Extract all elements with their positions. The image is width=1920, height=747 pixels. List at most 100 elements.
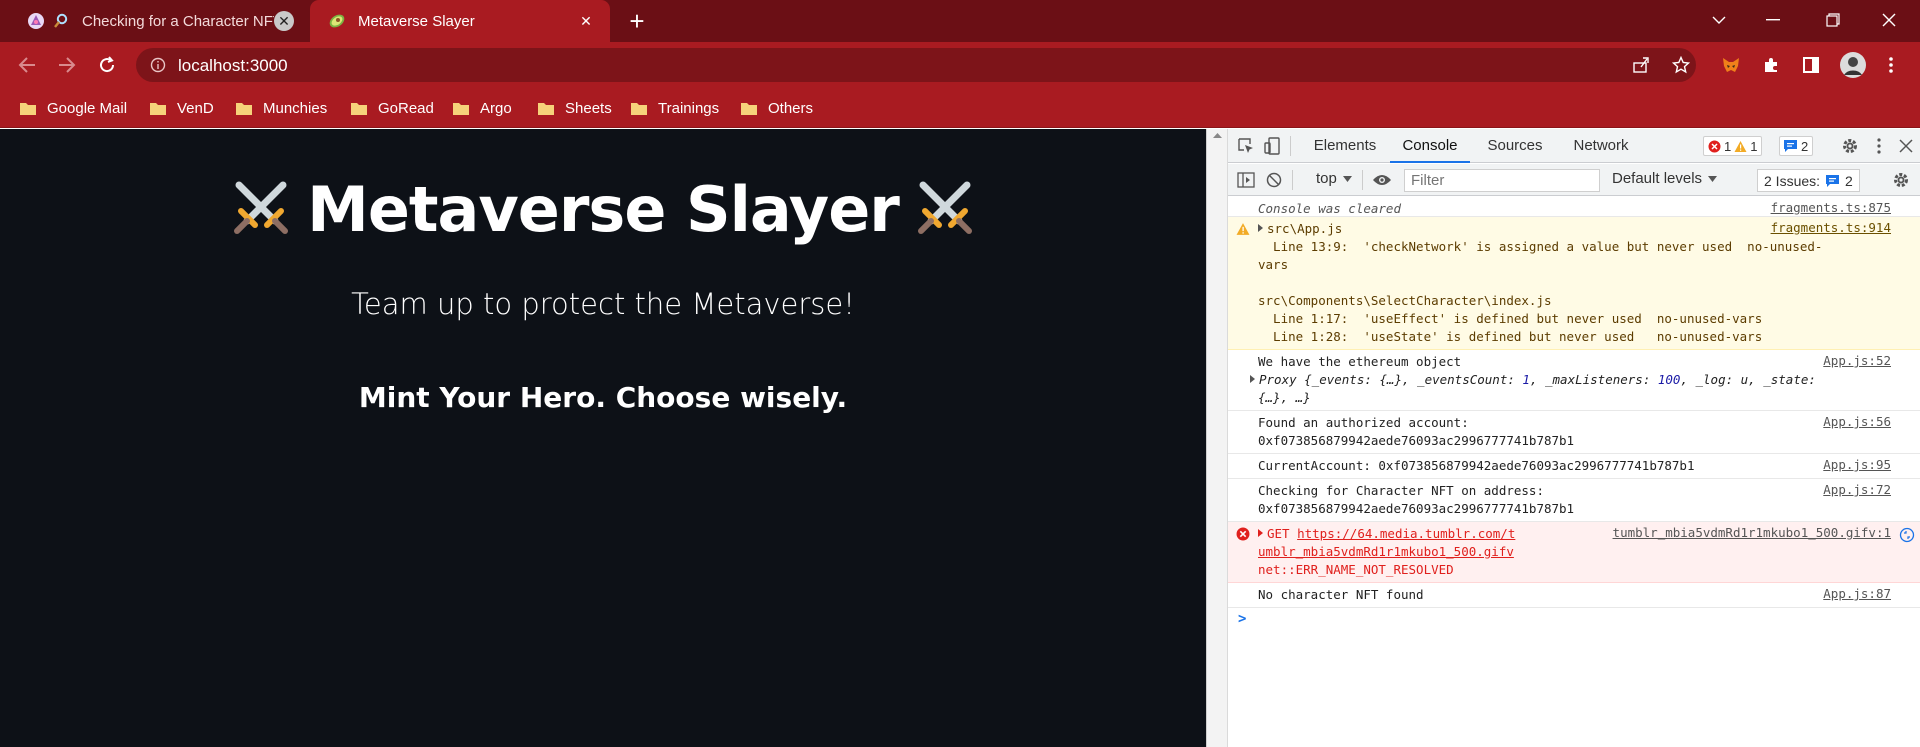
proxy-object-row[interactable]: Proxy {_events: {…}, _eventsCount: 1, _m…	[1250, 371, 1891, 389]
issues-label: 2 Issues:	[1764, 172, 1821, 189]
console-message-checking: Checking for Character NFT on address: 0…	[1228, 479, 1920, 522]
context-select[interactable]: top	[1316, 170, 1352, 187]
warning-icon	[1734, 140, 1747, 152]
warning-icon	[1236, 223, 1250, 235]
source-link[interactable]: App.js:95	[1823, 457, 1891, 472]
warning-file: src\App.js	[1267, 221, 1343, 236]
console-settings-gear-icon[interactable]	[1891, 170, 1911, 190]
reload-icon[interactable]	[92, 50, 122, 80]
devtools-scroll-strip[interactable]	[1207, 129, 1228, 747]
menu-kebab-icon[interactable]	[1880, 54, 1902, 76]
prompt-caret: >	[1238, 611, 1247, 627]
forward-icon[interactable]	[52, 50, 82, 80]
expand-triangle-icon[interactable]	[1250, 375, 1255, 383]
message-text: CurrentAccount: 0xf073856879942aede76093…	[1258, 458, 1695, 473]
folder-icon	[150, 101, 166, 115]
console-prompt[interactable]: >	[1228, 608, 1920, 627]
console-message-current-account: CurrentAccount: 0xf073856879942aede76093…	[1228, 454, 1920, 479]
extensions-icon[interactable]	[1760, 54, 1782, 76]
inspect-element-icon[interactable]	[1236, 136, 1256, 156]
log-levels-select[interactable]: Default levels	[1612, 170, 1718, 187]
show-sidebar-icon[interactable]	[1236, 170, 1256, 190]
bookmark-label: Argo	[480, 99, 512, 117]
max-listeners: 100	[1657, 372, 1681, 387]
more-options-icon[interactable]	[1869, 136, 1889, 156]
close-icon[interactable]: ✕	[274, 11, 294, 31]
source-link[interactable]: App.js:72	[1823, 482, 1891, 497]
source-link[interactable]: tumblr_mbia5vdmRd1r1mkubo1_500.gifv:1	[1613, 525, 1891, 540]
source-link[interactable]: fragments.ts:875	[1771, 200, 1891, 215]
source-link[interactable]: fragments.ts:914	[1771, 220, 1891, 235]
star-icon[interactable]	[1670, 54, 1692, 76]
restore-icon[interactable]	[1810, 0, 1856, 40]
address-bar[interactable]: localhost:3000	[136, 48, 1696, 82]
bookmark-label: VenD	[177, 99, 214, 117]
minimize-icon[interactable]	[1750, 0, 1796, 40]
console-message-cleared: Console was cleared fragments.ts:875	[1228, 197, 1920, 217]
side-panel-icon[interactable]	[1800, 54, 1822, 76]
console-output[interactable]: Console was cleared fragments.ts:875 src…	[1228, 197, 1920, 747]
clear-console-icon[interactable]	[1264, 170, 1284, 190]
tab-title: Metaverse Slayer	[358, 12, 475, 30]
proxy-text: , _maxListeners:	[1529, 372, 1658, 387]
tab-network[interactable]: Network	[1558, 129, 1644, 163]
error-icon	[1236, 527, 1250, 541]
close-devtools-icon[interactable]	[1896, 136, 1916, 156]
console-message-no-nft: No character NFT found App.js:87	[1228, 583, 1920, 608]
close-icon[interactable]: ✕	[576, 11, 596, 31]
expand-triangle-icon[interactable]	[1258, 224, 1263, 232]
unicorn-icon[interactable]	[26, 11, 46, 31]
back-icon[interactable]	[12, 50, 42, 80]
browser-tab-inactive[interactable]: Checking for a Character NFT ✕	[52, 0, 308, 42]
tab-title: Checking for a Character NFT	[82, 12, 274, 30]
source-link[interactable]: App.js:56	[1823, 414, 1891, 429]
request-url-continued[interactable]: umblr_mbia5vdmRd1r1mkubo1_500.gifv	[1258, 543, 1891, 561]
browser-toolbar: localhost:3000	[0, 42, 1920, 88]
bookmark-goread[interactable]: GoRead	[351, 97, 434, 119]
issues-counter[interactable]: 2	[1779, 136, 1814, 156]
message-text: Console was cleared	[1258, 201, 1401, 216]
issues-button[interactable]: 2 Issues: 2	[1757, 169, 1860, 192]
bookmark-argo[interactable]: Argo	[453, 97, 512, 119]
message-icon	[1826, 174, 1840, 187]
source-link[interactable]: App.js:87	[1823, 586, 1891, 601]
bookmark-others[interactable]: Others	[741, 97, 813, 119]
browser-tab-active[interactable]: Metaverse Slayer ✕	[310, 0, 610, 42]
scroll-up-icon[interactable]	[1207, 129, 1228, 143]
bookmark-label: Google Mail	[47, 99, 128, 117]
device-toolbar-icon[interactable]	[1262, 136, 1282, 156]
share-icon[interactable]	[1630, 54, 1652, 76]
expand-triangle-icon[interactable]	[1258, 529, 1263, 537]
network-request-icon[interactable]	[1899, 527, 1915, 543]
warning-count: 1	[1750, 138, 1758, 154]
url-text[interactable]: localhost:3000	[178, 56, 288, 76]
bookmark-trainings[interactable]: Trainings	[631, 97, 719, 119]
bookmark-sheets[interactable]: Sheets	[538, 97, 612, 119]
error-detail: net::ERR_NAME_NOT_RESOLVED	[1258, 562, 1454, 577]
tab-elements[interactable]: Elements	[1300, 129, 1390, 163]
bookmark-google-mail[interactable]: Google Mail	[20, 97, 127, 119]
metamask-icon[interactable]	[1720, 54, 1742, 76]
request-url[interactable]: https://64.media.tumblr.com/t	[1297, 526, 1515, 541]
console-message-ethereum: We have the ethereum object Proxy {_even…	[1228, 350, 1920, 411]
filter-input[interactable]	[1404, 169, 1600, 192]
window-close-icon[interactable]	[1866, 0, 1912, 40]
devtools-tab-bar: Elements Console Sources Network 1 1 2	[1228, 129, 1920, 163]
tab-console[interactable]: Console	[1390, 129, 1470, 163]
bookmark-vend[interactable]: VenD	[150, 97, 214, 119]
avatar[interactable]	[1840, 52, 1866, 78]
crossed-swords-icon	[234, 181, 289, 234]
source-link[interactable]: App.js:52	[1823, 353, 1891, 368]
tab-search-icon[interactable]	[1696, 0, 1742, 40]
eye-icon[interactable]	[1372, 170, 1392, 190]
bookmark-label: Sheets	[565, 99, 612, 117]
bookmark-munchies[interactable]: Munchies	[236, 97, 327, 119]
message-icon	[1784, 140, 1797, 152]
tab-sources[interactable]: Sources	[1472, 129, 1558, 163]
message-text: Checking for Character NFT on address:	[1258, 483, 1544, 498]
new-tab-button[interactable]: +	[622, 6, 652, 36]
error-warning-counter[interactable]: 1 1	[1703, 136, 1763, 156]
info-icon[interactable]	[150, 57, 166, 73]
settings-gear-icon[interactable]	[1840, 136, 1860, 156]
magnifier-icon	[52, 12, 70, 30]
